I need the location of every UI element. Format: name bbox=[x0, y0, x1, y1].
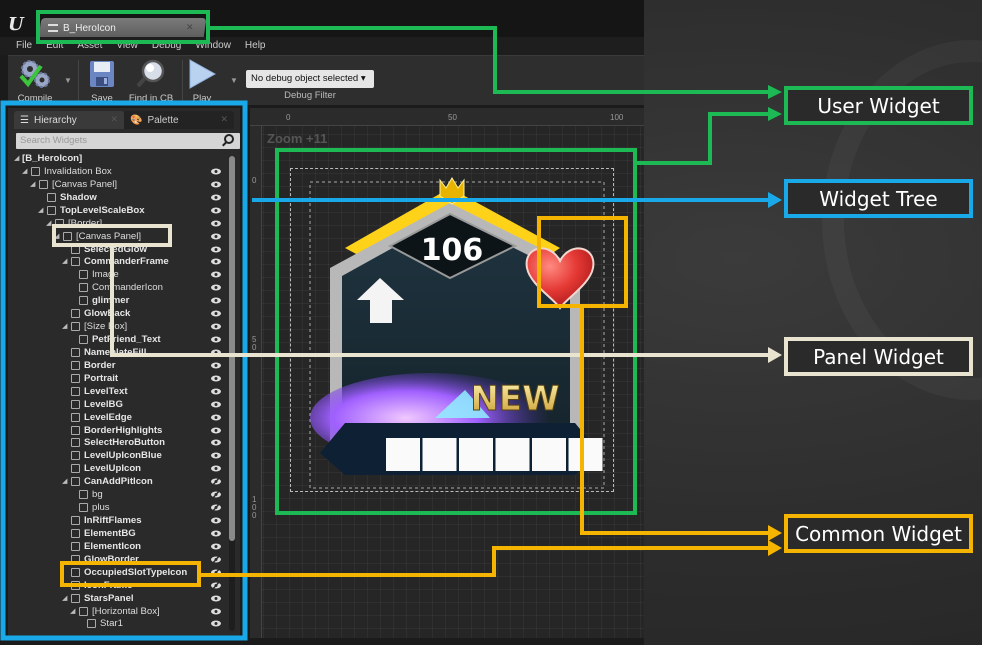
highlight-document-tab bbox=[36, 10, 210, 44]
arrow-head bbox=[768, 347, 782, 363]
highlight-occupied-slot-row bbox=[60, 561, 201, 587]
highlight-canvas-panel-row bbox=[52, 224, 172, 247]
highlight-heart-icon bbox=[537, 216, 628, 308]
callout-widget-tree: Widget Tree bbox=[784, 179, 973, 218]
arrow-line-common-widget-1 bbox=[580, 306, 768, 535]
arrow-head bbox=[768, 107, 782, 121]
arrow-line-common-widget-2 bbox=[199, 546, 768, 577]
callout-panel-widget: Panel Widget bbox=[784, 337, 973, 376]
arrow-head bbox=[768, 192, 782, 208]
arrow-line-user-widget-2 bbox=[635, 112, 768, 165]
arrow-head bbox=[768, 525, 782, 541]
callout-common-widget: Common Widget bbox=[784, 514, 973, 553]
highlight-hierarchy-panel bbox=[0, 100, 248, 641]
callout-user-widget: User Widget bbox=[784, 86, 973, 125]
arrow-line-panel-widget bbox=[110, 245, 768, 357]
arrow-head bbox=[768, 85, 782, 99]
arrow-line-user-widget-1 bbox=[208, 26, 768, 94]
arrow-head bbox=[768, 540, 782, 556]
